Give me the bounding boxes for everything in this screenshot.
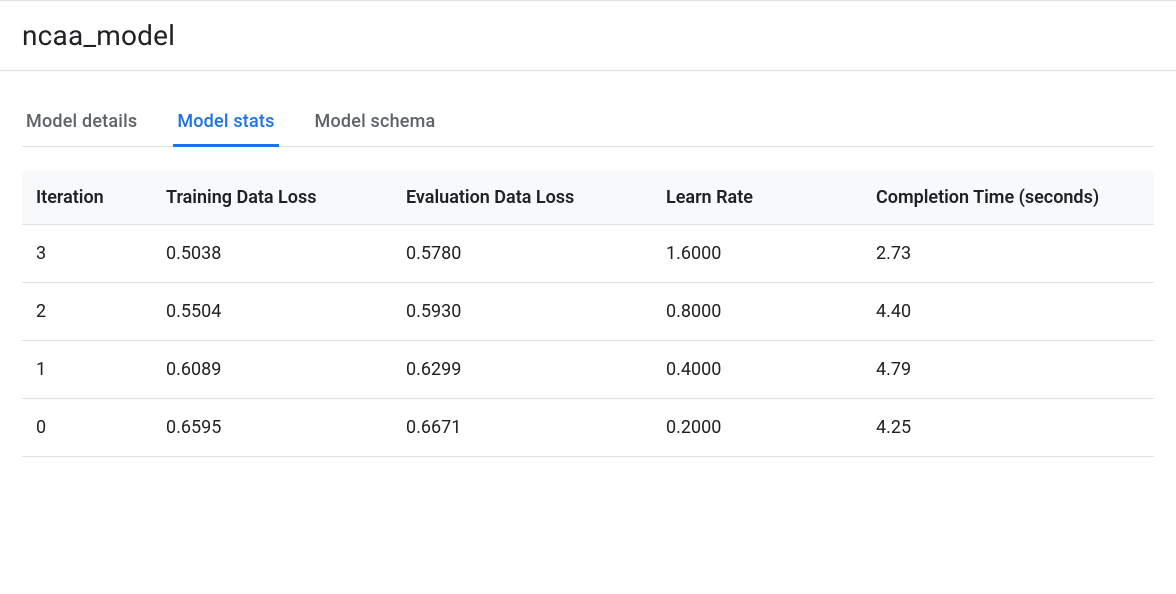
panel-header: ncaa_model	[0, 0, 1176, 71]
page-title: ncaa_model	[22, 19, 1154, 52]
table-header-row: Iteration Training Data Loss Evaluation …	[22, 171, 1154, 225]
cell-training-loss: 0.6595	[152, 399, 392, 457]
cell-training-loss: 0.6089	[152, 341, 392, 399]
cell-learn-rate: 0.4000	[652, 341, 862, 399]
cell-completion-time: 4.25	[862, 399, 1154, 457]
cell-iteration: 3	[22, 225, 152, 283]
cell-learn-rate: 1.6000	[652, 225, 862, 283]
col-iteration: Iteration	[22, 171, 152, 225]
col-completion-time: Completion Time (seconds)	[862, 171, 1154, 225]
table-row: 2 0.5504 0.5930 0.8000 4.40	[22, 283, 1154, 341]
cell-training-loss: 0.5504	[152, 283, 392, 341]
table-row: 0 0.6595 0.6671 0.2000 4.25	[22, 399, 1154, 457]
tab-model-details[interactable]: Model details	[22, 99, 141, 146]
cell-completion-time: 2.73	[862, 225, 1154, 283]
cell-iteration: 2	[22, 283, 152, 341]
col-training-loss: Training Data Loss	[152, 171, 392, 225]
cell-completion-time: 4.79	[862, 341, 1154, 399]
cell-learn-rate: 0.2000	[652, 399, 862, 457]
stats-table: Iteration Training Data Loss Evaluation …	[22, 171, 1154, 457]
cell-iteration: 0	[22, 399, 152, 457]
model-panel: ncaa_model Model details Model stats Mod…	[0, 0, 1176, 457]
cell-eval-loss: 0.5780	[392, 225, 652, 283]
cell-iteration: 1	[22, 341, 152, 399]
col-learn-rate: Learn Rate	[652, 171, 862, 225]
panel-content: Model details Model stats Model schema I…	[0, 99, 1176, 457]
tab-model-schema[interactable]: Model schema	[311, 99, 440, 146]
table-row: 1 0.6089 0.6299 0.4000 4.79	[22, 341, 1154, 399]
tab-bar: Model details Model stats Model schema	[22, 99, 1154, 147]
cell-learn-rate: 0.8000	[652, 283, 862, 341]
cell-completion-time: 4.40	[862, 283, 1154, 341]
col-eval-loss: Evaluation Data Loss	[392, 171, 652, 225]
cell-training-loss: 0.5038	[152, 225, 392, 283]
cell-eval-loss: 0.6671	[392, 399, 652, 457]
table-row: 3 0.5038 0.5780 1.6000 2.73	[22, 225, 1154, 283]
cell-eval-loss: 0.6299	[392, 341, 652, 399]
cell-eval-loss: 0.5930	[392, 283, 652, 341]
tab-model-stats[interactable]: Model stats	[173, 99, 278, 146]
